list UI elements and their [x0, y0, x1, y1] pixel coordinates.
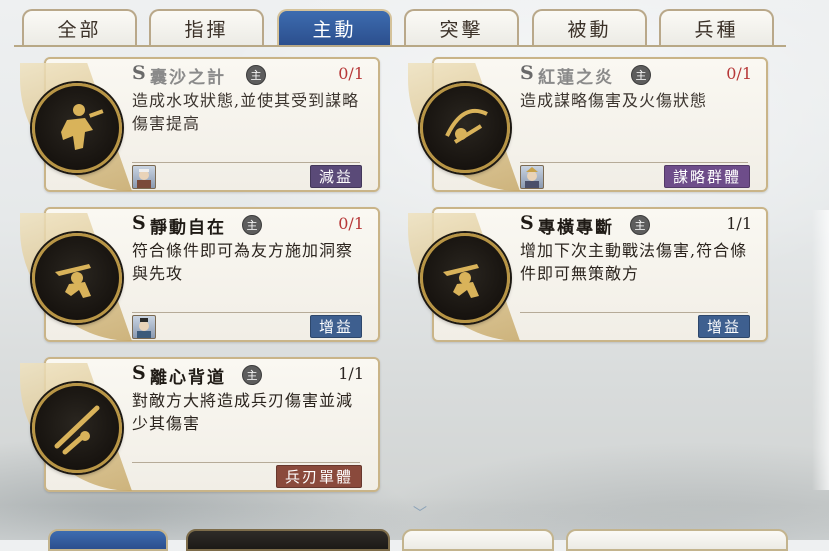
grade-badge: S: [520, 212, 534, 234]
skill-count: 0/1: [726, 64, 752, 83]
skill-count: 0/1: [338, 64, 364, 83]
card-divider: [132, 462, 360, 463]
bottom-button[interactable]: [48, 529, 168, 551]
main-skill-badge: 主: [242, 365, 262, 385]
skill-count: 1/1: [338, 364, 364, 383]
skill-count: 0/1: [338, 214, 364, 233]
card-divider: [520, 162, 748, 163]
grade-badge: S: [520, 62, 534, 84]
grade-badge: S: [132, 212, 146, 234]
effect-tag: 兵刃單體: [275, 465, 362, 488]
tab-assault[interactable]: 突擊: [404, 9, 519, 45]
skill-description: 增加下次主動戰法傷害,符合條件即可無策敵方: [520, 241, 748, 283]
skill-name: 專橫專斷: [538, 218, 614, 238]
grade-badge: S: [132, 62, 146, 84]
skill-card[interactable]: S 囊沙之計 主 0/1 造成水攻狀態,並使其受到謀略傷害提高 減益: [20, 57, 380, 192]
leaping-swordsman-icon: [420, 233, 510, 323]
skill-name: 紅蓮之炎: [538, 68, 614, 88]
tab-underline: [14, 45, 786, 47]
tab-command[interactable]: 指揮: [149, 9, 264, 45]
bottom-button[interactable]: [402, 529, 554, 551]
skill-card[interactable]: S 靜動自在 主 0/1 符合條件即可為友方施加洞察與先攻 增益: [20, 207, 380, 342]
skill-card[interactable]: S 專橫專斷 主 1/1 增加下次主動戰法傷害,符合條件即可無策敵方 增益: [408, 207, 768, 342]
general-avatar[interactable]: [520, 165, 544, 189]
skill-description: 符合條件即可為友方施加洞察與先攻: [132, 241, 354, 283]
main-skill-badge: 主: [630, 215, 650, 235]
bottom-button[interactable]: [566, 529, 788, 551]
main-skill-badge: 主: [242, 215, 262, 235]
crescent-blade-icon: [420, 83, 510, 173]
skill-count: 1/1: [726, 214, 752, 233]
leaping-swordsman-icon: [32, 233, 122, 323]
search-field[interactable]: [186, 529, 390, 551]
skill-card[interactable]: S 紅蓮之炎 主 0/1 造成謀略傷害及火傷狀態 謀略群體: [408, 57, 768, 192]
tab-all[interactable]: 全部: [22, 9, 137, 45]
skill-description: 造成謀略傷害及火傷狀態: [520, 91, 708, 110]
effect-tag: 增益: [309, 315, 362, 338]
card-divider: [520, 312, 748, 313]
effect-tag: 增益: [697, 315, 750, 338]
general-avatar[interactable]: [132, 315, 156, 339]
effect-tag: 謀略群體: [663, 165, 750, 188]
crossed-spears-icon: [32, 383, 122, 473]
skill-name: 囊沙之計: [150, 68, 226, 88]
tab-troop-type[interactable]: 兵種: [659, 9, 774, 45]
card-divider: [132, 162, 360, 163]
skill-description: 造成水攻狀態,並使其受到謀略傷害提高: [132, 91, 360, 133]
main-skill-badge: 主: [631, 65, 651, 85]
warrior-strategist-icon: [32, 83, 122, 173]
skill-name: 離心背道: [150, 368, 226, 388]
right-edge-panel: [812, 210, 829, 490]
effect-tag: 減益: [309, 165, 362, 188]
chevron-down-icon[interactable]: ﹀: [413, 503, 427, 523]
grade-badge: S: [132, 362, 146, 384]
skill-description: 對敵方大將造成兵刃傷害並減少其傷害: [132, 391, 354, 433]
main-skill-badge: 主: [246, 65, 266, 85]
tab-passive[interactable]: 被動: [532, 9, 647, 45]
tab-active[interactable]: 主動: [277, 9, 392, 45]
general-avatar[interactable]: [132, 165, 156, 189]
skill-name: 靜動自在: [150, 218, 226, 238]
category-tabs: 全部 指揮 主動 突擊 被動 兵種: [22, 9, 782, 47]
skill-card[interactable]: S 離心背道 主 1/1 對敵方大將造成兵刃傷害並減少其傷害 兵刃單體: [20, 357, 380, 492]
card-divider: [132, 312, 360, 313]
